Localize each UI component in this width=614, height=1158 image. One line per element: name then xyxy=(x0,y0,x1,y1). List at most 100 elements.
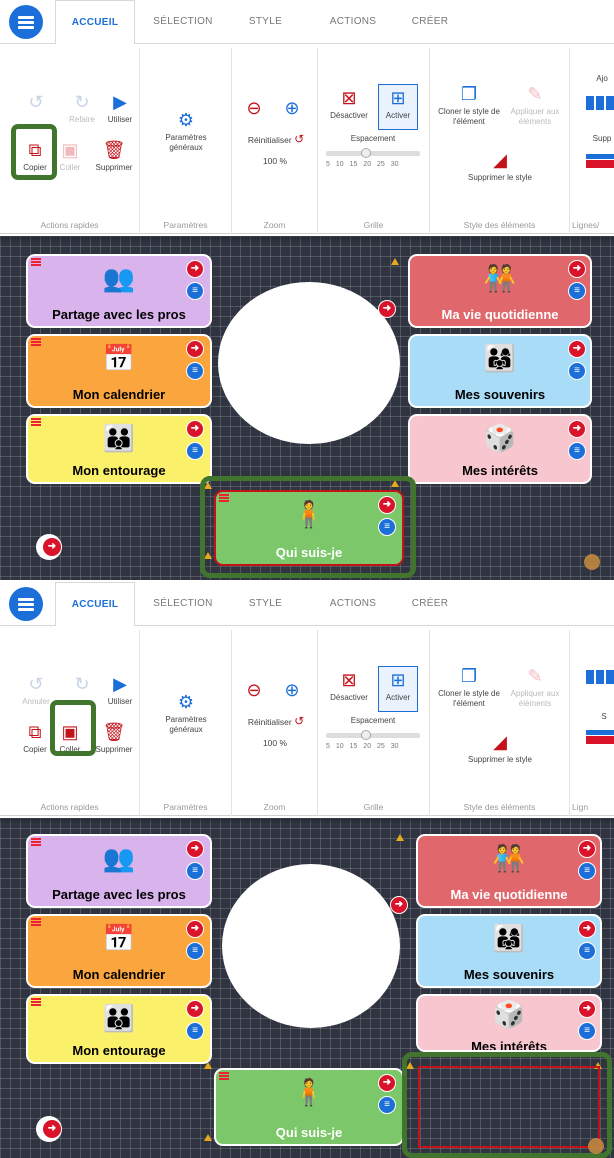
menu-circle-icon[interactable]: ≡ xyxy=(578,1022,596,1040)
card-calendrier[interactable]: 📅 Mon calendrier ➜ ≡ xyxy=(26,334,212,408)
delete-button[interactable]: 🗑 Supprimer xyxy=(88,140,140,173)
card-souvenirs[interactable]: 👨‍👩‍👧 Mes souvenirs ➜ ≡ xyxy=(408,334,592,408)
add-row-icon[interactable] xyxy=(586,670,614,684)
back-button[interactable]: ➜ xyxy=(36,534,62,560)
undo-button[interactable]: ↺ xyxy=(16,92,56,115)
arrow-right-circle-icon[interactable]: ➜ xyxy=(568,260,586,278)
card-souvenirs[interactable]: 👨‍👩‍👧 Mes souvenirs ➜ ≡ xyxy=(416,914,602,988)
clone-style-button[interactable]: ❐ Cloner le style de l'élément xyxy=(434,84,504,126)
add-row-icon[interactable] xyxy=(586,96,614,110)
spacing-slider-knob[interactable] xyxy=(361,730,371,740)
resize-icon[interactable] xyxy=(588,1138,604,1154)
card-entourage[interactable]: 👪 Mon entourage ➜ ≡ xyxy=(26,414,212,484)
arrow-right-circle-icon[interactable]: ➜ xyxy=(578,920,596,938)
menu-circle-icon[interactable]: ≡ xyxy=(186,862,204,880)
menu-circle-icon[interactable]: ≡ xyxy=(568,442,586,460)
apply-style-button[interactable]: ✎ Appliquer aux éléments xyxy=(504,666,566,708)
board-grid[interactable]: 👥 Partage avec les pros ➜ ≡ 📅 Mon calend… xyxy=(0,818,614,1158)
zoom-out-button[interactable]: ⊖ xyxy=(240,680,268,703)
redo-button[interactable]: ↻ Refaire xyxy=(60,92,104,125)
arrow-right-circle-icon[interactable]: ➜ xyxy=(186,420,204,438)
arrow-right-circle-icon[interactable]: ➜ xyxy=(186,260,204,278)
menu-circle-icon[interactable]: ≡ xyxy=(568,282,586,300)
general-settings-button[interactable]: ⚙ Paramètres généraux xyxy=(148,110,224,152)
zoom-in-button[interactable]: ⊕ xyxy=(278,98,306,121)
zoom-reset-button[interactable]: Réinitialiser ↺ xyxy=(236,132,316,146)
card-qui[interactable]: 🧍 Qui suis-je ➜ ≡ xyxy=(214,1068,404,1146)
menu-circle-icon[interactable]: ≡ xyxy=(578,942,596,960)
spacing-slider-knob[interactable] xyxy=(361,148,371,158)
hamburger-menu-icon[interactable] xyxy=(9,5,43,39)
clone-style-button[interactable]: ❐ Cloner le style de l'élément xyxy=(434,666,504,708)
arrow-right-circle-icon[interactable]: ➜ xyxy=(568,420,586,438)
resize-icon[interactable] xyxy=(584,554,600,570)
back-button[interactable]: ➜ xyxy=(36,1116,62,1142)
board-grid[interactable]: 👥 Partage avec les pros ➜ ≡ 📅 Mon calend… xyxy=(0,236,614,580)
zoom-in-button[interactable]: ⊕ xyxy=(278,680,306,703)
card-interets[interactable]: 🎲 Mes intérêts ➜ ≡ xyxy=(408,414,592,484)
remove-row-icon[interactable] xyxy=(586,730,614,744)
redo-button[interactable]: ↻ xyxy=(60,674,104,697)
arrow-right-circle-icon[interactable]: ➜ xyxy=(568,340,586,358)
menu-circle-icon[interactable]: ≡ xyxy=(568,362,586,380)
card-interets[interactable]: 🎲 Mes intérêts ➜ ≡ xyxy=(416,994,602,1052)
family-icon: 👪 xyxy=(102,1003,136,1033)
undo-button[interactable]: ↺ Annuler xyxy=(16,674,56,707)
zoom-reset-button[interactable]: Réinitialiser ↺ xyxy=(236,714,316,728)
general-settings-button[interactable]: ⚙ Paramètres généraux xyxy=(148,692,224,734)
tab-actions[interactable]: ACTIONS xyxy=(313,0,393,44)
remove-style-button[interactable]: ◢ Supprimer le style xyxy=(450,732,550,765)
menu-circle-icon[interactable]: ≡ xyxy=(578,862,596,880)
tab-accueil[interactable]: ACCUEIL xyxy=(55,0,135,45)
grid-deactivate-button[interactable]: ⊠ Désactiver xyxy=(326,88,372,121)
arrow-right-circle-icon[interactable]: ➜ xyxy=(578,840,596,858)
card-vie[interactable]: 🧑‍🤝‍🧑 Ma vie quotidienne ➜ ≡ xyxy=(416,834,602,908)
menu-circle-icon[interactable]: ≡ xyxy=(186,942,204,960)
card-entourage[interactable]: 👪 Mon entourage ➜ ≡ xyxy=(26,994,212,1064)
menu-circle-icon[interactable]: ≡ xyxy=(186,442,204,460)
remove-row-icon[interactable] xyxy=(586,154,614,168)
tab-style[interactable]: STYLE xyxy=(228,582,303,626)
card-calendrier[interactable]: 📅 Mon calendrier ➜ ≡ xyxy=(26,914,212,988)
menu-circle-icon[interactable]: ≡ xyxy=(186,1022,204,1040)
tab-selection[interactable]: SÉLECTION xyxy=(143,0,223,44)
reset-icon: ↺ xyxy=(294,714,305,728)
zoom-out-button[interactable]: ⊖ xyxy=(240,98,268,121)
paste-button[interactable]: ▣ Coller xyxy=(52,140,88,173)
highlight-paste-target xyxy=(402,1052,612,1158)
card-vie[interactable]: 🧑‍🤝‍🧑 Ma vie quotidienne ➜ ≡ xyxy=(408,254,592,328)
use-button[interactable]: ▶ Utiliser xyxy=(100,674,140,707)
arrow-right-circle-icon[interactable]: ➜ xyxy=(378,300,396,318)
copy-button[interactable]: ⧉ Copier xyxy=(15,722,55,755)
use-button[interactable]: ▶ Utiliser xyxy=(100,92,140,125)
card-partage[interactable]: 👥 Partage avec les pros ➜ ≡ xyxy=(26,254,212,328)
menu-circle-icon[interactable]: ≡ xyxy=(378,1096,396,1114)
arrow-right-circle-icon[interactable]: ➜ xyxy=(186,920,204,938)
arrow-right-circle-icon[interactable]: ➜ xyxy=(378,1074,396,1092)
remove-style-button[interactable]: ◢ Supprimer le style xyxy=(450,150,550,183)
card-partage[interactable]: 👥 Partage avec les pros ➜ ≡ xyxy=(26,834,212,908)
spacing-slider[interactable] xyxy=(326,733,420,738)
arrow-right-circle-icon[interactable]: ➜ xyxy=(186,840,204,858)
grid-deactivate-button[interactable]: ⊠ Désactiver xyxy=(326,670,372,703)
tab-creer[interactable]: CRÉER xyxy=(400,0,460,44)
spacing-slider[interactable] xyxy=(326,151,420,156)
arrow-right-circle-icon[interactable]: ➜ xyxy=(578,1000,596,1018)
arrow-right-circle-icon[interactable]: ➜ xyxy=(390,896,408,914)
zoom-level: 100 % xyxy=(262,738,288,748)
card-label: Mon calendrier xyxy=(72,387,166,402)
tab-accueil[interactable]: ACCUEIL xyxy=(55,582,135,627)
arrow-right-circle-icon[interactable]: ➜ xyxy=(186,340,204,358)
center-photo-placeholder[interactable] xyxy=(222,864,400,1028)
arrow-right-circle-icon[interactable]: ➜ xyxy=(186,1000,204,1018)
menu-circle-icon[interactable]: ≡ xyxy=(186,362,204,380)
tab-creer[interactable]: CRÉER xyxy=(400,582,460,626)
tab-selection[interactable]: SÉLECTION xyxy=(143,582,223,626)
tab-style[interactable]: STYLE xyxy=(228,0,303,44)
menu-circle-icon[interactable]: ≡ xyxy=(186,282,204,300)
clone-style-icon: ❐ xyxy=(460,84,478,104)
apply-style-button[interactable]: ✎ Appliquer aux éléments xyxy=(504,84,566,126)
center-photo-placeholder[interactable] xyxy=(218,282,400,444)
tab-actions[interactable]: ACTIONS xyxy=(313,582,393,626)
hamburger-menu-icon[interactable] xyxy=(9,587,43,621)
